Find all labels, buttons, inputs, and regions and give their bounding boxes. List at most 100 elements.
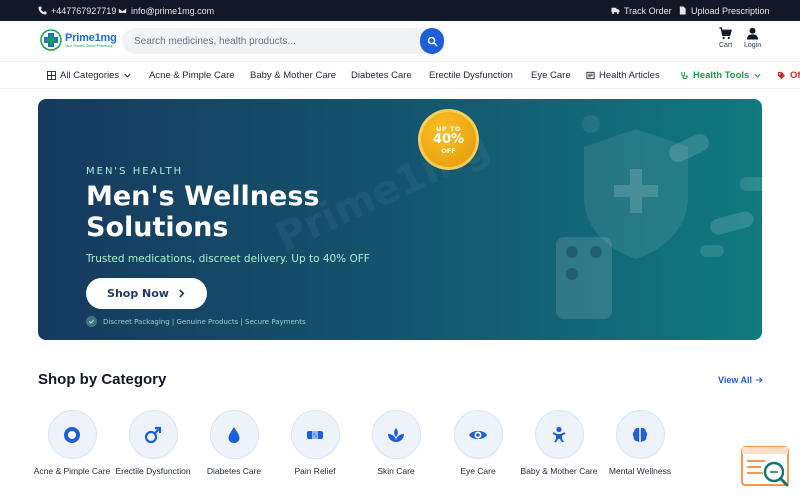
nav-item-diabetes[interactable]: Diabetes Care <box>351 62 412 88</box>
baby-icon <box>552 426 566 443</box>
category-mental-wellness[interactable]: Mental Wellness <box>605 410 675 477</box>
category-diabetes[interactable]: Diabetes Care <box>199 410 269 477</box>
nav-all-categories[interactable]: All Categories <box>47 62 132 88</box>
category-skin-care[interactable]: Skin Care <box>361 410 431 477</box>
eye-icon <box>469 430 487 439</box>
category-label: Mental Wellness <box>608 466 672 476</box>
upload-prescription-link[interactable]: Upload Prescription <box>678 0 770 21</box>
hero-eyebrow: MEN'S HEALTH <box>86 166 184 177</box>
hero-title: Men's Wellness Solutions <box>86 181 320 243</box>
category-acne[interactable]: Acne & Pimple Care <box>34 410 110 477</box>
chevron-right-icon <box>179 289 185 298</box>
category-erectile[interactable]: Erectile Dysfunction <box>115 410 191 477</box>
nav-item-label: Acne & Pimple Care <box>149 69 235 81</box>
section-title: Shop by Category <box>38 371 167 388</box>
phone-text: +447767927719 <box>51 5 117 16</box>
category-baby-mother[interactable]: Baby & Mother Care <box>520 410 598 477</box>
category-label: Pain Relief <box>294 466 336 476</box>
category-label: Baby & Mother Care <box>520 466 598 476</box>
file-icon <box>679 6 686 15</box>
nav-offers-label: Offers <box>790 69 800 81</box>
discount-badge: UP TO 40% OFF <box>418 109 479 170</box>
nav-item-label: Eye Care <box>531 69 571 81</box>
newspaper-icon <box>586 71 595 79</box>
arrow-right-icon <box>755 377 763 383</box>
brain-icon <box>632 427 648 442</box>
nav-health-articles[interactable]: Health Articles <box>586 62 660 88</box>
cart-icon <box>719 27 733 40</box>
logo-icon <box>40 29 62 51</box>
category-icon-circle <box>290 410 340 459</box>
category-icon-circle <box>128 410 178 459</box>
track-order-text: Track Order <box>624 5 672 16</box>
user-icon <box>746 27 759 40</box>
logo[interactable]: Prime1mg Your Trusted Online Pharmacy <box>40 29 117 51</box>
chevron-down-icon <box>124 73 131 78</box>
envelope-icon <box>118 7 127 14</box>
chat-support-icon[interactable] <box>741 446 791 488</box>
phone-link[interactable]: +447767927719 <box>38 0 116 21</box>
phone-icon <box>38 6 47 15</box>
dot-circle-icon <box>64 426 80 443</box>
cart-label: Cart <box>719 42 733 49</box>
hero-subtitle: Trusted medications, discreet delivery. … <box>86 253 370 265</box>
hero-banner[interactable]: Prime1mg UP TO 40% OFF MEN'S HEALTH Men'… <box>38 99 762 340</box>
logo-tagline: Your Trusted Online Pharmacy <box>65 43 113 48</box>
category-label: Diabetes Care <box>206 466 262 476</box>
search-icon <box>427 36 437 46</box>
grid-icon <box>47 70 56 80</box>
nav-health-articles-label: Health Articles <box>599 69 660 81</box>
droplet-icon <box>228 426 240 443</box>
cart-button[interactable]: Cart <box>719 27 732 49</box>
shop-now-button[interactable]: Shop Now <box>86 278 207 309</box>
nav-all-categories-label: All Categories <box>60 69 120 81</box>
trust-strip: Discreet Packaging | Genuine Products | … <box>86 316 306 327</box>
category-icon-circle <box>371 410 421 459</box>
view-all-label: View All <box>718 375 753 385</box>
stethoscope-icon <box>681 71 688 79</box>
nav-item-acne[interactable]: Acne & Pimple Care <box>149 62 235 88</box>
header: Prime1mg Your Trusted Online Pharmacy Ca… <box>0 21 800 62</box>
truck-icon <box>611 7 620 15</box>
category-label: Erectile Dysfunction <box>115 466 191 476</box>
category-icon-circle <box>209 410 259 459</box>
search-bar <box>122 28 444 54</box>
bandage-icon <box>307 430 323 439</box>
logo-name: Prime1mg <box>65 31 117 44</box>
search-button[interactable] <box>420 28 444 54</box>
badge-value: 40% <box>432 131 465 147</box>
category-label: Acne & Pimple Care <box>33 466 111 476</box>
spa-icon <box>388 427 404 442</box>
track-order-link[interactable]: Track Order <box>611 0 672 21</box>
mars-icon <box>144 426 162 443</box>
nav-item-baby-mother[interactable]: Baby & Mother Care <box>250 62 336 88</box>
login-label: Login <box>744 42 762 49</box>
category-pain-relief[interactable]: Pain Relief <box>280 410 350 477</box>
email-text: info@prime1mg.com <box>131 5 215 16</box>
badge-bottom: OFF <box>441 146 456 155</box>
nav-item-label: Diabetes Care <box>351 69 412 81</box>
trust-text: Discreet Packaging | Genuine Products | … <box>103 317 306 326</box>
category-label: Skin Care <box>377 466 415 476</box>
category-icon-circle <box>534 410 584 459</box>
category-eye-care[interactable]: Eye Care <box>443 410 513 477</box>
login-button[interactable]: Login <box>744 27 761 49</box>
nav-health-tools[interactable]: Health Tools <box>680 62 762 88</box>
category-label: Eye Care <box>460 466 496 476</box>
shop-now-label: Shop Now <box>107 287 169 300</box>
nav-item-label: Erectile Dysfunction <box>429 69 513 81</box>
nav-health-tools-label: Health Tools <box>693 69 750 81</box>
view-all-link[interactable]: View All <box>718 375 763 385</box>
nav-offers[interactable]: Offers <box>777 62 800 88</box>
chevron-down-icon <box>754 73 761 78</box>
top-bar: +447767927719 info@prime1mg.com Track Or… <box>0 0 800 21</box>
category-nav: All Categories Acne & Pimple Care Baby &… <box>0 62 800 89</box>
search-input[interactable] <box>134 28 414 54</box>
nav-item-eye-care[interactable]: Eye Care <box>531 62 571 88</box>
category-icon-circle <box>615 410 665 459</box>
email-link[interactable]: info@prime1mg.com <box>118 0 214 21</box>
upload-prescription-text: Upload Prescription <box>691 5 770 16</box>
category-icon-circle <box>453 410 503 459</box>
tag-icon <box>777 71 786 79</box>
nav-item-erectile[interactable]: Erectile Dysfunction <box>429 62 513 88</box>
